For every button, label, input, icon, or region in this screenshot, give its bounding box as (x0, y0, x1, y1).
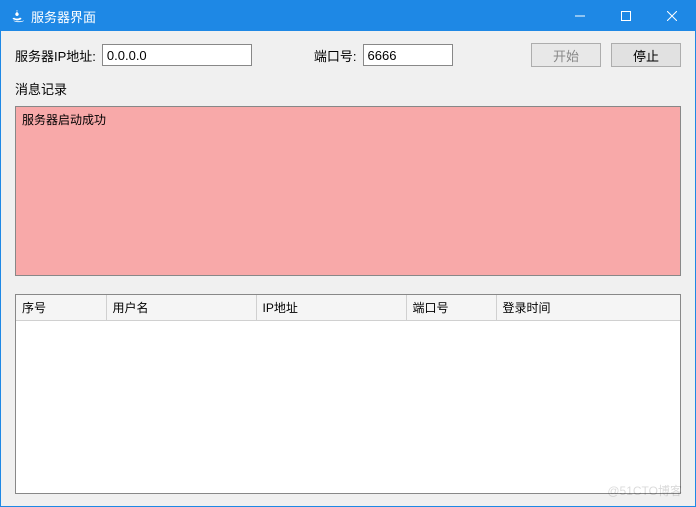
java-icon (9, 8, 25, 24)
close-button[interactable] (649, 1, 695, 31)
table-empty-body (16, 321, 680, 493)
user-table: 序号 用户名 IP地址 端口号 登录时间 (15, 294, 681, 494)
table-header-row: 序号 用户名 IP地址 端口号 登录时间 (16, 295, 680, 321)
maximize-button[interactable] (603, 1, 649, 31)
window-title: 服务器界面 (31, 7, 96, 26)
port-label: 端口号: (314, 46, 357, 65)
titlebar: 服务器界面 (1, 1, 695, 31)
port-input[interactable] (363, 44, 453, 66)
content-area: 服务器IP地址: 端口号: 开始 停止 消息记录 服务器启动成功 序号 用户名 … (1, 31, 695, 506)
start-button[interactable]: 开始 (531, 43, 601, 67)
app-window: 服务器界面 服务器IP地址: 端口号: 开始 停止 消息记录 服务器启动成功 (0, 0, 696, 507)
config-row: 服务器IP地址: 端口号: 开始 停止 (15, 43, 681, 67)
ip-input[interactable] (102, 44, 252, 66)
log-label: 消息记录 (15, 79, 681, 98)
minimize-button[interactable] (557, 1, 603, 31)
log-line: 服务器启动成功 (22, 111, 674, 129)
ip-label: 服务器IP地址: (15, 46, 96, 65)
stop-button[interactable]: 停止 (611, 43, 681, 67)
col-username[interactable]: 用户名 (106, 295, 256, 321)
col-logintime[interactable]: 登录时间 (496, 295, 680, 321)
log-area[interactable]: 服务器启动成功 (15, 106, 681, 276)
col-index[interactable]: 序号 (16, 295, 106, 321)
col-port[interactable]: 端口号 (406, 295, 496, 321)
col-ip[interactable]: IP地址 (256, 295, 406, 321)
